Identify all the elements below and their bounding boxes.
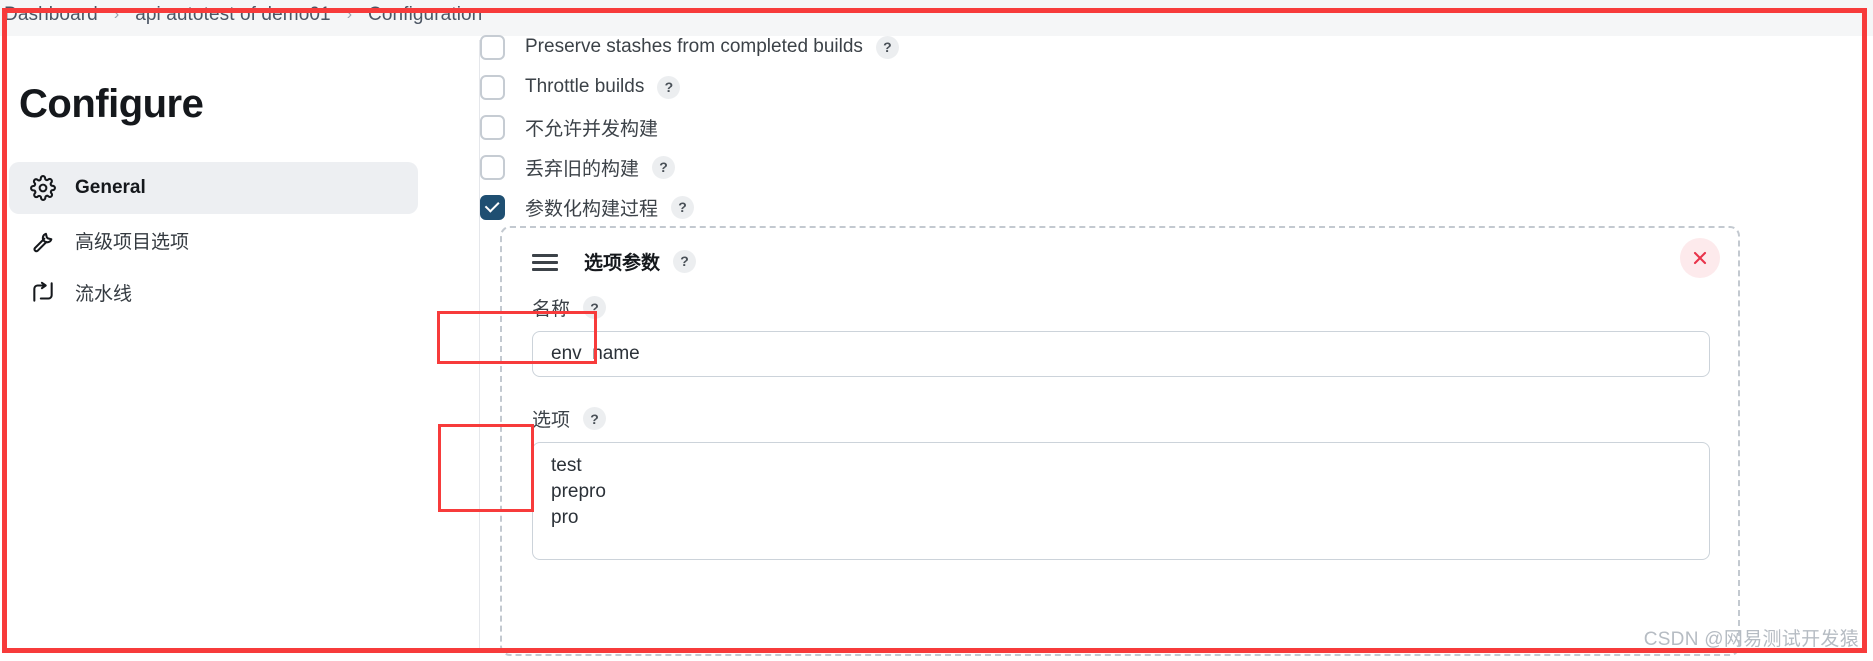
breadcrumb-item-job[interactable]: api autotest of demo01 xyxy=(135,4,331,26)
field-name-label: 名称 xyxy=(532,299,571,320)
close-icon[interactable] xyxy=(1680,238,1720,278)
help-icon[interactable]: ? xyxy=(657,75,681,99)
help-icon[interactable]: ? xyxy=(583,407,607,430)
sidebar-nav: General 高级项目选项 流水线 xyxy=(7,162,480,318)
field-choices-label-row: 选项 ? xyxy=(532,405,1710,432)
wrench-icon xyxy=(29,226,57,254)
sidebar-item-label: General xyxy=(75,177,146,198)
parameter-panel-header: 选项参数 ? xyxy=(502,236,1738,286)
breadcrumb-item-dashboard[interactable]: Dashboard xyxy=(4,4,98,26)
breadcrumb-separator-icon: › xyxy=(113,6,120,23)
help-icon[interactable]: ? xyxy=(671,195,695,219)
checkbox-label: Throttle builds xyxy=(525,76,645,97)
field-choices-label: 选项 xyxy=(532,410,571,431)
breadcrumb-item-configuration[interactable]: Configuration xyxy=(368,4,482,26)
field-choices: 选项 ? xyxy=(502,405,1738,565)
checkbox-row-parameterized-build[interactable]: 参数化构建过程 ? xyxy=(480,187,1868,227)
drag-handle-icon[interactable] xyxy=(532,251,558,271)
checkbox-row-no-concurrent-builds[interactable]: 不允许并发构建 xyxy=(480,107,1868,147)
field-name: 名称 ? xyxy=(502,294,1738,377)
help-icon[interactable]: ? xyxy=(673,249,697,273)
checkbox-parameterized-build[interactable] xyxy=(480,194,505,220)
checkbox-label: 不允许并发构建 xyxy=(525,118,659,140)
sidebar-item-label: 流水线 xyxy=(75,283,133,305)
checkbox-label: 参数化构建过程 xyxy=(525,198,659,220)
watermark: CSDN @网易测试开发猿 xyxy=(1643,629,1859,650)
help-icon[interactable]: ? xyxy=(583,296,607,319)
checkbox-preserve-stashes[interactable] xyxy=(480,34,505,60)
page-title: Configure xyxy=(19,82,204,126)
main-content: Preserve stashes from completed builds ?… xyxy=(480,34,1868,656)
checkbox-row-preserve-stashes[interactable]: Preserve stashes from completed builds ? xyxy=(480,27,1868,67)
help-icon[interactable]: ? xyxy=(875,35,899,59)
parameter-panel-title: 选项参数 xyxy=(584,252,661,274)
sidebar-item-advanced-options[interactable]: 高级项目选项 xyxy=(9,214,418,266)
name-input[interactable] xyxy=(532,331,1710,377)
checkbox-no-concurrent-builds[interactable] xyxy=(480,114,505,140)
sidebar-item-label: 高级项目选项 xyxy=(75,231,190,253)
field-name-label-row: 名称 ? xyxy=(532,294,1710,321)
choice-parameter-panel: 选项参数 ? 名称 ? 选项 ? xyxy=(500,226,1740,656)
sidebar: Configure General 高级项目选项 流水线 xyxy=(7,40,480,653)
checkbox-label: 丢弃旧的构建 xyxy=(525,158,640,180)
choices-textarea[interactable] xyxy=(532,442,1710,560)
checkbox-throttle-builds[interactable] xyxy=(480,74,505,100)
checkbox-row-throttle-builds[interactable]: Throttle builds ? xyxy=(480,67,1868,107)
sidebar-item-pipeline[interactable]: 流水线 xyxy=(9,266,418,318)
breadcrumb-separator-icon: › xyxy=(346,6,353,23)
pipeline-icon xyxy=(29,278,57,306)
help-icon[interactable]: ? xyxy=(652,155,676,179)
checkbox-discard-old-builds[interactable] xyxy=(480,154,505,180)
sidebar-item-general[interactable]: General xyxy=(9,162,418,214)
checkbox-label: Preserve stashes from completed builds xyxy=(525,36,863,57)
checkbox-row-discard-old-builds[interactable]: 丢弃旧的构建 ? xyxy=(480,147,1868,187)
gear-icon xyxy=(29,174,57,202)
